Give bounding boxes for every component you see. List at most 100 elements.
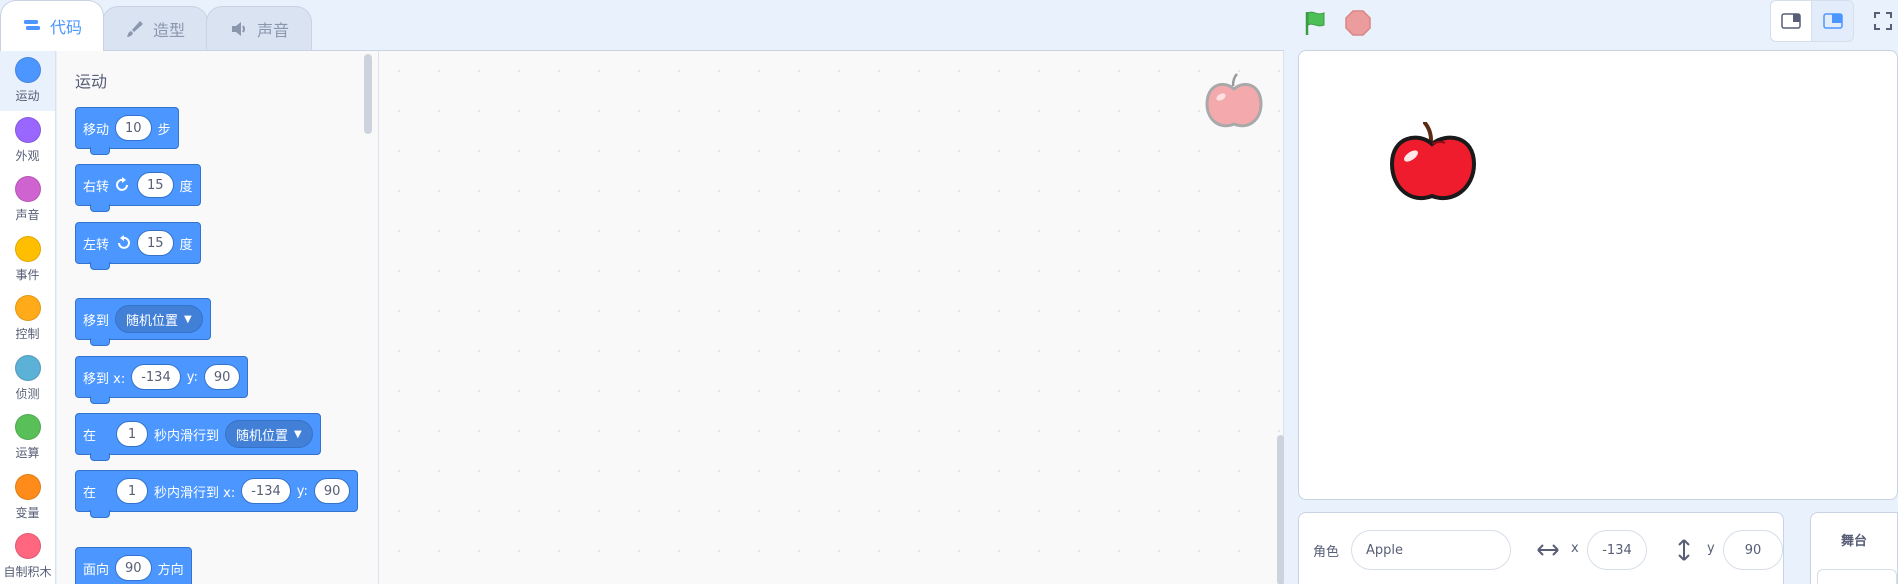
y-input[interactable]: 90 xyxy=(313,478,351,504)
category-label: 运动 xyxy=(15,89,40,104)
category-label: 侦测 xyxy=(15,386,40,401)
palette-scrollbar[interactable] xyxy=(364,54,372,134)
block-label: 步 xyxy=(157,122,171,138)
fullscreen-button[interactable] xyxy=(1862,0,1898,42)
small-stage-icon xyxy=(1781,13,1801,29)
chevron-down-icon: ▼ xyxy=(294,428,302,440)
category-label: 声音 xyxy=(15,208,40,223)
block-label: 在 xyxy=(83,428,97,444)
block-label: 面向 xyxy=(83,562,110,578)
x-input[interactable]: -134 xyxy=(131,364,181,390)
x-input[interactable]: -134 xyxy=(241,478,291,504)
sprite-x-value: -134 xyxy=(1602,542,1632,558)
category-label: 事件 xyxy=(15,267,40,282)
stage-selector-label: 舞台 xyxy=(1840,534,1867,549)
block-label: 方向 xyxy=(157,562,184,578)
degrees-input[interactable]: 15 xyxy=(137,230,174,256)
tab-sounds[interactable]: 声音 xyxy=(206,6,312,50)
tab-sounds-label: 声音 xyxy=(256,20,289,40)
workspace-scrollbar[interactable] xyxy=(1277,435,1284,584)
move-steps-block[interactable]: 移动 10 步 xyxy=(75,107,179,155)
category-dot-icon xyxy=(14,116,41,143)
sprite-name-field[interactable]: Apple xyxy=(1351,530,1511,570)
seconds-input[interactable]: 1 xyxy=(116,478,149,504)
code-icon xyxy=(23,20,40,30)
small-stage-button[interactable] xyxy=(1770,0,1812,42)
sprite-y-field[interactable]: 90 xyxy=(1723,530,1783,570)
turn-right-block[interactable]: 右转 15 度 xyxy=(75,164,201,212)
category-menu: 运动 外观 声音 事件 控制 侦测 运算 变量 自制积木 xyxy=(0,50,56,584)
sprite-x-field[interactable]: -134 xyxy=(1587,530,1647,570)
goto-target-dropdown[interactable]: 随机位置 ▼ xyxy=(115,305,203,333)
glide-target-dropdown[interactable]: 随机位置 ▼ xyxy=(225,420,313,448)
category-dot-icon xyxy=(14,354,41,381)
block-palette: 运动 移动 10 步 右转 15 度 左转 15 度 移到 随机位置 ▼ 移到 … xyxy=(57,50,379,584)
stage-selector[interactable]: 舞台 xyxy=(1810,512,1898,584)
block-label: 秒内滑行到 x: xyxy=(154,485,236,501)
degrees-input[interactable]: 15 xyxy=(137,172,174,198)
category-dot-icon xyxy=(14,473,41,500)
apple-sprite[interactable] xyxy=(1389,122,1477,204)
category-dot-icon xyxy=(14,57,41,84)
category-label: 自制积木 xyxy=(3,565,52,580)
block-label: 度 xyxy=(179,179,193,195)
category-my-blocks[interactable]: 自制积木 xyxy=(0,527,55,584)
stage-size-controls xyxy=(1770,0,1898,44)
category-sound[interactable]: 声音 xyxy=(0,170,55,230)
brush-icon xyxy=(126,20,143,37)
tab-code[interactable]: 代码 xyxy=(0,0,104,51)
sprite-name-value: Apple xyxy=(1366,542,1404,558)
category-operators[interactable]: 运算 xyxy=(0,408,55,468)
rotate-right-icon xyxy=(116,177,129,191)
y-label: y xyxy=(1707,541,1715,556)
steps-input[interactable]: 10 xyxy=(115,115,152,141)
category-label: 变量 xyxy=(15,505,40,520)
glide-block[interactable]: 在 1 秒内滑行到 随机位置 ▼ xyxy=(75,413,321,461)
category-sensing[interactable]: 侦测 xyxy=(0,349,55,409)
palette-title: 运动 xyxy=(75,72,108,91)
direction-input[interactable]: 90 xyxy=(115,555,152,581)
stop-icon[interactable] xyxy=(1344,9,1372,37)
block-label: 移动 xyxy=(83,122,110,138)
tab-costumes-label: 造型 xyxy=(152,20,185,40)
category-variables[interactable]: 变量 xyxy=(0,468,55,528)
block-label: 移到 xyxy=(83,313,110,329)
glide-xy-block[interactable]: 在 1 秒内滑行到 x: -134 y: 90 xyxy=(75,470,359,518)
sprite-watermark-apple-icon xyxy=(1205,73,1263,128)
tab-costumes[interactable]: 造型 xyxy=(102,6,208,50)
speaker-icon xyxy=(231,21,245,36)
green-flag-icon[interactable] xyxy=(1302,9,1330,37)
block-label: y: xyxy=(186,369,198,385)
editor-tabs: 代码 造型 声音 xyxy=(0,0,330,51)
category-label: 运算 xyxy=(15,446,40,461)
seconds-input[interactable]: 1 xyxy=(116,421,149,447)
chevron-down-icon: ▼ xyxy=(184,313,192,325)
block-label: 右转 xyxy=(83,179,110,195)
category-control[interactable]: 控制 xyxy=(0,289,55,349)
normal-stage-button[interactable] xyxy=(1812,0,1854,42)
code-workspace[interactable] xyxy=(379,50,1284,584)
category-looks[interactable]: 外观 xyxy=(0,111,55,171)
category-motion[interactable]: 运动 xyxy=(0,51,55,111)
horizontal-arrows-icon xyxy=(1537,544,1559,556)
goto-xy-block[interactable]: 移到 x: -134 y: 90 xyxy=(75,356,249,404)
goto-block[interactable]: 移到 随机位置 ▼ xyxy=(75,298,211,346)
turn-left-block[interactable]: 左转 15 度 xyxy=(75,222,201,270)
category-dot-icon xyxy=(14,295,41,322)
block-label: 左转 xyxy=(83,237,110,253)
point-direction-block[interactable]: 面向 90 方向 xyxy=(75,547,192,584)
sprite-label: 角色 xyxy=(1313,545,1340,560)
dropdown-value: 随机位置 xyxy=(126,313,179,329)
rotate-left-icon xyxy=(118,235,131,249)
block-label: y: xyxy=(296,483,308,499)
category-dot-icon xyxy=(14,176,41,203)
category-events[interactable]: 事件 xyxy=(0,230,55,290)
block-label: 移到 x: xyxy=(83,371,126,387)
stage-thumbnail xyxy=(1817,569,1897,584)
fullscreen-icon xyxy=(1874,12,1892,30)
y-input[interactable]: 90 xyxy=(203,364,241,390)
category-dot-icon xyxy=(14,414,41,441)
dropdown-value: 随机位置 xyxy=(236,428,289,444)
block-label: 秒内滑行到 xyxy=(154,428,220,444)
stage[interactable] xyxy=(1298,50,1898,500)
